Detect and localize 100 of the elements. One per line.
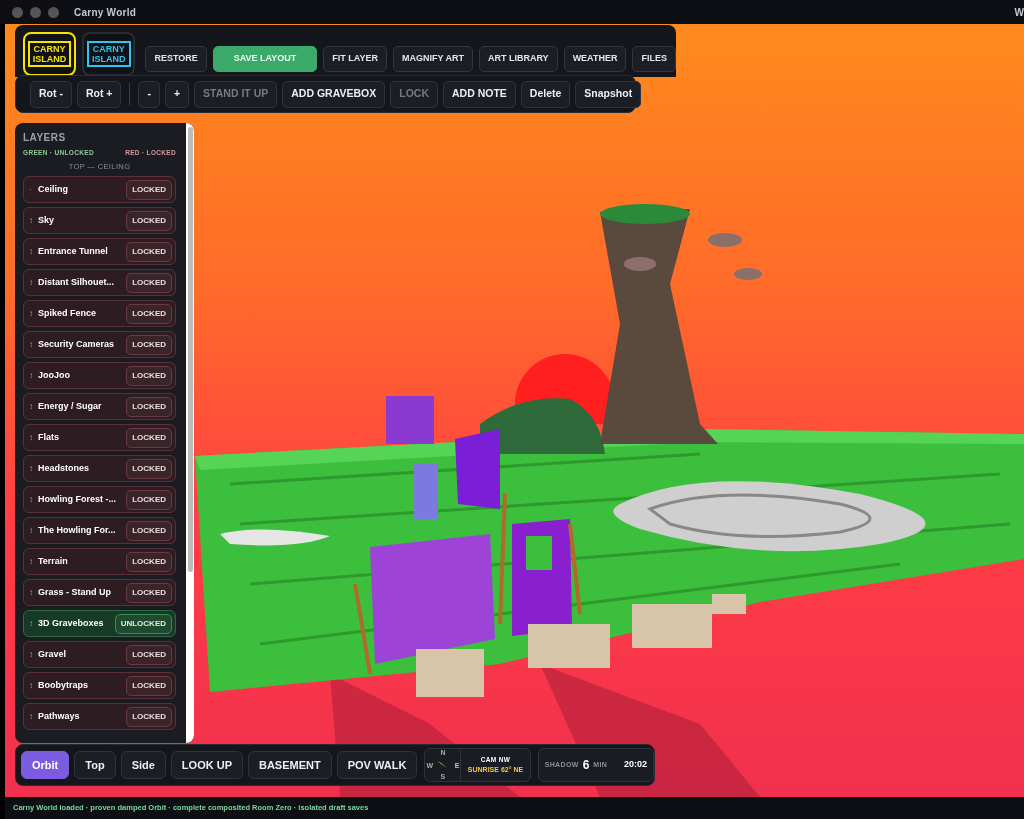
edge-text: W bbox=[1014, 6, 1024, 20]
drag-handle[interactable]: ↕ bbox=[29, 369, 36, 382]
lock-toggle[interactable]: LOCKED bbox=[126, 210, 172, 231]
layer-row[interactable]: ↕ Security Cameras LOCKED bbox=[23, 331, 176, 358]
view-button[interactable]: Orbit bbox=[21, 751, 70, 779]
view-button[interactable]: Side bbox=[120, 751, 166, 779]
layer-row[interactable]: ↕ Spiked Fence LOCKED bbox=[23, 300, 176, 327]
layer-name: Howling Forest -... bbox=[38, 492, 117, 506]
lock-toggle[interactable]: LOCKED bbox=[126, 365, 172, 386]
logo-text: CARNY ISLAND bbox=[27, 41, 72, 67]
lock-toggle[interactable]: LOCKED bbox=[126, 644, 172, 665]
edit-button[interactable]: + bbox=[164, 80, 190, 108]
lock-toggle[interactable]: LOCKED bbox=[126, 706, 172, 727]
layer-row[interactable]: ↕ Entrance Tunnel LOCKED bbox=[23, 238, 176, 265]
layer-name: Distant Silhouet... bbox=[38, 275, 115, 289]
view-button[interactable]: LOOK UP bbox=[170, 751, 243, 779]
lock-toggle[interactable]: UNLOCKED bbox=[114, 613, 172, 634]
layer-row[interactable]: ↕ 3D Graveboxes UNLOCKED bbox=[23, 610, 176, 637]
layer-row[interactable]: ↕ Grass - Stand Up LOCKED bbox=[23, 579, 176, 606]
logo-tab[interactable]: CARNY ISLAND bbox=[82, 32, 136, 76]
layer-name: JooJoo bbox=[38, 368, 71, 382]
lock-toggle[interactable]: LOCKED bbox=[126, 582, 172, 603]
layer-name: 3D Graveboxes bbox=[38, 616, 105, 630]
layer-row[interactable]: ↕ Boobytraps LOCKED bbox=[23, 672, 176, 699]
layer-row[interactable]: ↕ JooJoo LOCKED bbox=[23, 362, 176, 389]
logo-text: CARNY ISLAND bbox=[87, 41, 131, 67]
layers-title: LAYERS bbox=[23, 131, 67, 145]
lock-toggle[interactable]: LOCKED bbox=[126, 241, 172, 262]
lock-toggle[interactable]: LOCKED bbox=[126, 458, 172, 479]
layer-name: Entrance Tunnel bbox=[38, 244, 109, 258]
lock-toggle[interactable]: LOCKED bbox=[126, 427, 172, 448]
edit-button[interactable]: ADD GRAVEBOX bbox=[282, 80, 386, 108]
toolbar-button[interactable]: RESTORE bbox=[145, 46, 207, 72]
layer-name: Flats bbox=[38, 430, 60, 444]
layer-name: Boobytraps bbox=[38, 678, 89, 692]
drag-handle[interactable]: ↕ bbox=[29, 431, 36, 444]
drag-handle[interactable]: · bbox=[29, 183, 36, 196]
view-button[interactable]: Top bbox=[74, 751, 116, 779]
layer-name: Gravel bbox=[38, 647, 68, 661]
lock-toggle[interactable]: LOCKED bbox=[126, 272, 172, 293]
lock-toggle[interactable]: LOCKED bbox=[126, 551, 172, 572]
lock-toggle[interactable]: LOCKED bbox=[126, 675, 172, 696]
edit-button[interactable]: Snapshot bbox=[575, 80, 642, 108]
layer-row[interactable]: · Ceiling LOCKED bbox=[23, 176, 176, 203]
layer-row[interactable]: ↕ Energy / Sugar LOCKED bbox=[23, 393, 176, 420]
layer-row[interactable]: ↕ Sky LOCKED bbox=[23, 207, 176, 234]
layer-name: The Howling For... bbox=[38, 523, 117, 537]
layer-name: Spiked Fence bbox=[38, 306, 98, 320]
drag-handle[interactable]: ↕ bbox=[29, 276, 36, 289]
layer-row[interactable]: ↕ The Howling For... LOCKED bbox=[23, 517, 176, 544]
scrollbar-thumb[interactable] bbox=[187, 127, 193, 572]
lock-toggle[interactable]: LOCKED bbox=[126, 303, 172, 324]
drag-handle[interactable]: ↕ bbox=[29, 710, 36, 723]
layer-row[interactable]: ↕ Gravel LOCKED bbox=[23, 641, 176, 668]
edit-button[interactable]: Rot + bbox=[76, 80, 122, 108]
drag-handle[interactable]: ↕ bbox=[29, 524, 36, 537]
drag-handle[interactable]: ↕ bbox=[29, 586, 36, 599]
layer-row[interactable]: ↕ Distant Silhouet... LOCKED bbox=[23, 269, 176, 296]
layer-row[interactable]: ↕ Flats LOCKED bbox=[23, 424, 176, 451]
layer-name: Ceiling bbox=[38, 182, 69, 196]
toolbar-button[interactable]: WEATHER bbox=[563, 46, 627, 72]
drag-handle[interactable]: ↕ bbox=[29, 648, 36, 661]
drag-handle[interactable]: ↕ bbox=[29, 493, 36, 506]
drag-handle[interactable]: ↕ bbox=[29, 555, 36, 568]
layer-row[interactable]: ↕ Pathways LOCKED bbox=[23, 703, 176, 730]
lock-toggle[interactable]: LOCKED bbox=[126, 334, 172, 355]
edit-button[interactable]: - bbox=[138, 80, 160, 108]
lock-toggle[interactable]: LOCKED bbox=[126, 396, 172, 417]
edit-button[interactable]: ADD NOTE bbox=[443, 80, 516, 108]
drag-handle[interactable]: ↕ bbox=[29, 617, 36, 630]
drag-handle[interactable]: ↕ bbox=[29, 307, 36, 320]
layer-row[interactable]: ↕ Howling Forest -... LOCKED bbox=[23, 486, 176, 513]
drag-handle[interactable]: ↕ bbox=[29, 462, 36, 475]
toolbar-button[interactable]: ART LIBRARY bbox=[478, 46, 558, 72]
drag-handle[interactable]: ↕ bbox=[29, 679, 36, 692]
logo-tab[interactable]: CARNY ISLAND bbox=[23, 32, 77, 76]
view-button[interactable]: BASEMENT bbox=[248, 751, 332, 779]
edit-button[interactable]: Rot - bbox=[30, 80, 72, 108]
layer-name: Security Cameras bbox=[38, 337, 116, 351]
toolbar-button[interactable]: MAGNIFY ART bbox=[392, 46, 473, 72]
toolbar-button[interactable]: FILES bbox=[632, 46, 676, 72]
drag-handle[interactable]: ↕ bbox=[29, 338, 36, 351]
layer-row[interactable]: ↕ Terrain LOCKED bbox=[23, 548, 176, 575]
lock-toggle[interactable]: LOCKED bbox=[126, 520, 172, 541]
layer-name: Pathways bbox=[38, 709, 81, 723]
toolbar-button[interactable]: FIT LAYER bbox=[323, 46, 387, 72]
drag-handle[interactable]: ↕ bbox=[29, 400, 36, 413]
drag-handle[interactable]: ↕ bbox=[29, 214, 36, 227]
view-button[interactable]: POV WALK bbox=[336, 751, 418, 779]
layer-name: Grass - Stand Up bbox=[38, 585, 112, 599]
layer-name: Headstones bbox=[38, 461, 91, 475]
shadow-value: 6 bbox=[582, 757, 590, 774]
drag-handle[interactable]: ↕ bbox=[29, 245, 36, 258]
lock-toggle[interactable]: LOCKED bbox=[126, 179, 172, 200]
layer-name: Terrain bbox=[38, 554, 69, 568]
shadow-time: 20:02 bbox=[623, 758, 647, 772]
lock-toggle[interactable]: LOCKED bbox=[126, 489, 172, 510]
layer-row[interactable]: ↕ Headstones LOCKED bbox=[23, 455, 176, 482]
layer-name: Energy / Sugar bbox=[38, 399, 103, 413]
edit-button[interactable]: Delete bbox=[520, 80, 571, 108]
